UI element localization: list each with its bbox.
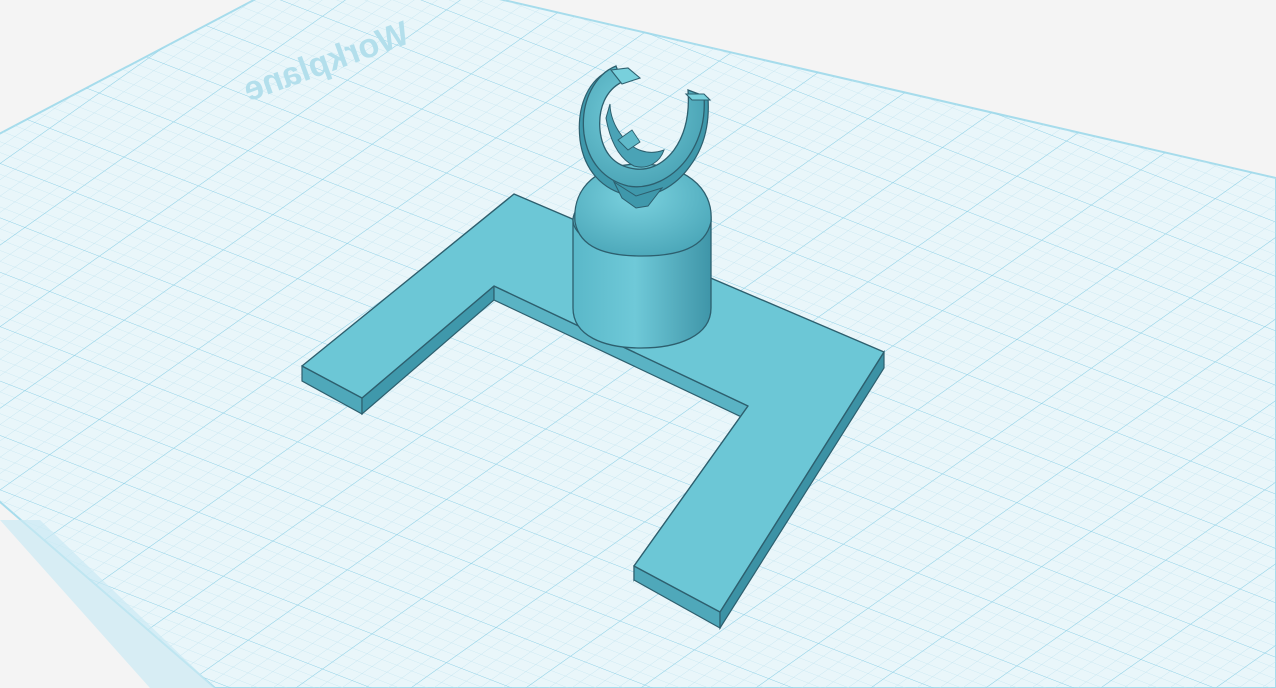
3d-viewport[interactable]: Workplane (0, 0, 1276, 688)
workplane-canvas[interactable]: Workplane (0, 0, 1276, 688)
